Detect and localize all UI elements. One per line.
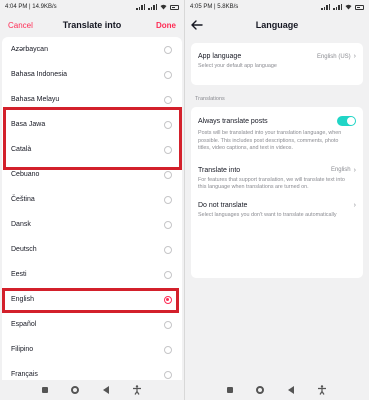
- language-option[interactable]: Filipino: [2, 337, 182, 362]
- app-language-value: English (US) ›: [316, 53, 356, 60]
- language-label: Català: [11, 146, 32, 153]
- back-arrow-icon[interactable]: [190, 18, 204, 32]
- wifi-icon: [160, 4, 167, 10]
- radio-icon[interactable]: [164, 320, 172, 329]
- language-label: Français: [11, 371, 38, 378]
- status-text: 4:04 PM | 14.9KB/s: [5, 4, 57, 10]
- language-option[interactable]: Bahasa Indonesia: [2, 62, 182, 87]
- chevron-right-icon: ›: [353, 166, 356, 174]
- wifi-icon: [345, 4, 352, 10]
- accessibility-icon[interactable]: [132, 385, 142, 395]
- nav-square-icon[interactable]: [226, 387, 233, 393]
- radio-icon[interactable]: [164, 220, 172, 229]
- page-title: Language: [255, 20, 299, 30]
- language-label: Dansk: [11, 221, 31, 228]
- language-option[interactable]: Deutsch: [2, 237, 182, 262]
- language-option[interactable]: Español: [2, 312, 182, 337]
- radio-icon[interactable]: [164, 70, 172, 79]
- do-not-translate-title: Do not translate: [198, 201, 248, 209]
- language-label: Azərbaycan: [11, 46, 48, 53]
- radio-icon[interactable]: [164, 145, 172, 154]
- signal-icon: [136, 4, 145, 10]
- language-option[interactable]: Dansk: [2, 212, 182, 237]
- status-icons: 84: [321, 4, 364, 10]
- chevron-right-icon: ›: [353, 201, 356, 209]
- app-language-description: Select your default app language: [198, 63, 277, 69]
- translate-into-row[interactable]: Translate into English › For features tha…: [191, 153, 363, 192]
- radio-icon[interactable]: [164, 345, 172, 354]
- header: Cancel Translate into Done: [0, 14, 184, 36]
- translate-into-description: For features that support translation, w…: [198, 176, 345, 191]
- language-option[interactable]: Français: [2, 362, 182, 380]
- radio-icon[interactable]: [164, 195, 172, 204]
- language-label: Čeština: [11, 196, 35, 203]
- translate-into-value: English ›: [330, 166, 356, 174]
- radio-icon[interactable]: [164, 295, 172, 304]
- language-option[interactable]: Eesti: [2, 262, 182, 287]
- language-label: Bahasa Indonesia: [11, 71, 68, 78]
- radio-icon[interactable]: [164, 245, 172, 254]
- cancel-button[interactable]: Cancel: [8, 21, 33, 30]
- language-list: Azərbaycan Bahasa Indonesia Bahasa Melayu B…: [2, 37, 182, 380]
- accessibility-icon[interactable]: [317, 385, 327, 395]
- app-language-card: App language English (US) › Select your d…: [191, 43, 363, 85]
- always-translate-row: Always translate posts Posts will be tra…: [191, 107, 363, 153]
- radio-icon[interactable]: [164, 270, 172, 279]
- app-language-row[interactable]: App language English (US) › Select your d…: [191, 43, 363, 71]
- language-label: Bahasa Melayu: [11, 96, 60, 103]
- language-label: Eesti: [11, 271, 27, 278]
- app-language-title: App language: [198, 53, 242, 60]
- status-bar: 4:05 PM | 5.8KB/s 84: [185, 0, 369, 14]
- language-option[interactable]: Català: [2, 137, 182, 162]
- language-option[interactable]: Čeština: [2, 187, 182, 212]
- page-title: Translate into: [62, 20, 122, 30]
- header: Language: [185, 14, 369, 36]
- status-bar: 4:04 PM | 14.9KB/s 84: [0, 0, 184, 14]
- nav-square-icon[interactable]: [41, 387, 48, 393]
- nav-back-icon[interactable]: [102, 386, 109, 394]
- status-text: 4:05 PM | 5.8KB/s: [190, 4, 239, 10]
- radio-icon[interactable]: [164, 95, 172, 104]
- always-translate-toggle[interactable]: [337, 116, 356, 126]
- nav-home-icon[interactable]: [256, 386, 265, 394]
- language-option[interactable]: Azərbaycan: [2, 37, 182, 62]
- radio-icon[interactable]: [164, 45, 172, 54]
- language-option[interactable]: English: [2, 287, 182, 312]
- navigation-bar: [0, 380, 184, 400]
- battery-icon: 84: [355, 4, 364, 10]
- language-option[interactable]: Cebuano: [2, 162, 182, 187]
- radio-icon[interactable]: [164, 120, 172, 129]
- nav-home-icon[interactable]: [71, 386, 80, 394]
- done-button[interactable]: Done: [156, 21, 176, 30]
- radio-icon[interactable]: [164, 170, 172, 179]
- do-not-translate-description: Select languages you don't want to trans…: [198, 211, 337, 218]
- translate-into-title: Translate into: [198, 166, 241, 174]
- battery-icon: 84: [170, 4, 179, 10]
- section-label: Translations: [195, 96, 225, 102]
- always-translate-description: Posts will be translated into your trans…: [198, 130, 342, 151]
- language-label: English: [11, 296, 34, 303]
- do-not-translate-row[interactable]: Do not translate › Select languages you …: [191, 192, 363, 220]
- signal-icon: [148, 4, 157, 10]
- language-option[interactable]: Bahasa Melayu: [2, 87, 182, 112]
- language-label: Español: [11, 321, 37, 328]
- radio-icon[interactable]: [164, 370, 172, 379]
- language-label: Basa Jawa: [11, 121, 46, 128]
- signal-icon: [333, 4, 342, 10]
- translations-card: Always translate posts Posts will be tra…: [191, 107, 363, 278]
- language-label: Filipino: [11, 346, 34, 353]
- language-settings-screen: 4:05 PM | 5.8KB/s 84 Language App langua…: [185, 0, 369, 400]
- language-label: Cebuano: [11, 171, 40, 178]
- always-translate-title: Always translate posts: [198, 117, 268, 125]
- navigation-bar: [185, 380, 369, 400]
- language-label: Deutsch: [11, 246, 37, 253]
- status-icons: 84: [136, 4, 179, 10]
- signal-icon: [321, 4, 330, 10]
- language-option[interactable]: Basa Jawa: [2, 112, 182, 137]
- nav-back-icon[interactable]: [287, 386, 294, 394]
- chevron-right-icon: ›: [353, 53, 356, 60]
- translate-into-screen: 4:04 PM | 14.9KB/s 84 Cancel Translate i…: [0, 0, 184, 400]
